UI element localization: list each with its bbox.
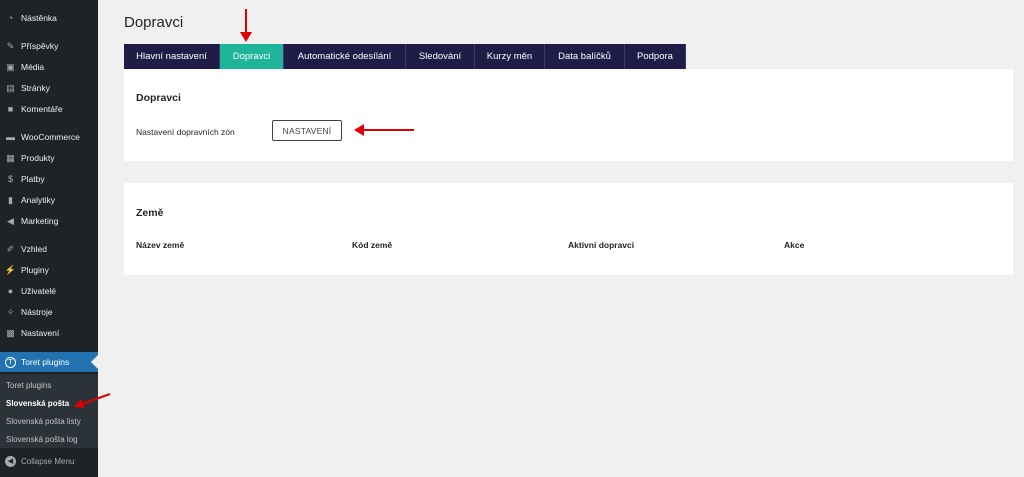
user-icon: ● xyxy=(7,286,14,296)
menu-item-label: Příspěvky xyxy=(21,41,59,51)
tab-kurzy-men[interactable]: Kurzy měn xyxy=(475,44,545,69)
wrench-icon: ✧ xyxy=(6,306,15,317)
settings-icon: ▩ xyxy=(6,327,15,338)
menu-item-appearance[interactable]: ✐ Vzhled xyxy=(0,239,98,259)
menu-item-pages[interactable]: ▤ Stránky xyxy=(0,78,98,98)
media-icon: ▣ xyxy=(6,61,15,72)
menu-item-users[interactable]: ● Uživatelé xyxy=(0,281,98,301)
menu-item-comments[interactable]: ■ Komentáře xyxy=(0,99,98,119)
menu-item-label: Marketing xyxy=(21,216,59,226)
menu-item-plugins[interactable]: ⚡ Pluginy xyxy=(0,260,98,280)
menu-item-label: Platby xyxy=(21,174,45,184)
menu-item-toret-plugins[interactable]: T Toret plugins xyxy=(0,352,98,372)
menu-item-label: Uživatelé xyxy=(21,286,56,296)
collapse-menu-button[interactable]: ◀ Collapse Menu xyxy=(0,451,98,471)
dashboard-icon: ◔ xyxy=(7,13,14,23)
menu-item-payments[interactable]: $ Platby xyxy=(0,169,98,189)
annotation-arrow-diagonal-icon xyxy=(74,393,111,408)
megaphone-icon: ◀ xyxy=(7,215,14,226)
menu-item-label: Pluginy xyxy=(21,265,49,275)
menu-item-label: Nástroje xyxy=(21,307,53,317)
submenu-item-toret-plugins[interactable]: Toret plugins xyxy=(6,381,51,390)
menu-item-analytics[interactable]: ▮ Analytiky xyxy=(0,190,98,210)
menu-item-woocommerce[interactable]: ▬ WooCommerce xyxy=(0,127,98,147)
tab-sledovani[interactable]: Sledování xyxy=(406,44,475,69)
carriers-card-title: Dopravci xyxy=(136,92,181,104)
toret-t-icon: T xyxy=(5,356,16,368)
tab-podpora[interactable]: Podpora xyxy=(625,44,686,69)
menu-item-posts[interactable]: ✎ Příspěvky xyxy=(0,36,98,56)
tab-data-balicku[interactable]: Data balíčků xyxy=(545,44,625,69)
menu-item-settings[interactable]: ▩ Nastavení xyxy=(0,323,98,343)
dollar-icon: $ xyxy=(7,174,13,184)
tab-dopravci[interactable]: Dopravci xyxy=(220,44,284,69)
collapse-menu-label: Collapse Menu xyxy=(21,456,75,466)
woocommerce-icon: ▬ xyxy=(6,132,15,142)
column-header-country-name: Název země xyxy=(136,240,185,250)
countries-card-title: Země xyxy=(136,207,164,219)
brush-icon: ✐ xyxy=(6,243,15,254)
collapse-arrow-icon: ◀ xyxy=(5,455,16,467)
pin-icon: ✎ xyxy=(6,40,15,51)
menu-item-media[interactable]: ▣ Média xyxy=(0,57,98,77)
column-header-actions: Akce xyxy=(784,240,805,250)
settings-tabs: Hlavní nastavení Dopravci Automatické od… xyxy=(124,44,686,69)
menu-item-label: Média xyxy=(21,62,45,72)
menu-item-label: Nástěnka xyxy=(21,13,57,23)
menu-item-tools[interactable]: ✧ Nástroje xyxy=(0,302,98,322)
menu-item-label: Produkty xyxy=(21,153,55,163)
active-menu-notch xyxy=(91,355,98,369)
menu-item-label: Vzhled xyxy=(21,244,47,254)
carriers-card: Dopravci Nastavení dopravních zón NASTAV… xyxy=(124,69,1013,161)
annotation-arrow-down-icon xyxy=(240,9,252,42)
tab-hlavni-nastaveni[interactable]: Hlavní nastavení xyxy=(124,44,220,69)
menu-item-marketing[interactable]: ◀ Marketing xyxy=(0,211,98,231)
submenu-item-slovenska-posta-listy[interactable]: Slovenská pošta listy xyxy=(6,417,81,426)
countries-card: Země Název země Kód země Aktivní dopravc… xyxy=(124,183,1013,275)
annotation-arrow-left-icon xyxy=(354,124,414,136)
menu-item-label: Nastavení xyxy=(21,328,60,338)
menu-item-products[interactable]: ▦ Produkty xyxy=(0,148,98,168)
comments-icon: ■ xyxy=(7,104,14,114)
page-title: Dopravci xyxy=(124,14,184,31)
column-header-country-code: Kód země xyxy=(352,240,393,250)
chart-bar-icon: ▮ xyxy=(8,194,13,205)
shipping-zones-label: Nastavení dopravních zón xyxy=(136,127,235,137)
menu-item-dashboard[interactable]: ◔ Nástěnka xyxy=(0,8,98,28)
submenu-item-slovenska-posta-log[interactable]: Slovenská pošta log xyxy=(6,435,78,444)
menu-item-label: Analytiky xyxy=(21,195,56,205)
submenu-item-slovenska-posta[interactable]: Slovenská pošta xyxy=(6,399,69,408)
plug-icon: ⚡ xyxy=(4,264,17,275)
tab-automaticke-odesilani[interactable]: Automatické odesílání xyxy=(284,44,406,69)
menu-item-label: Toret plugins xyxy=(21,357,70,367)
products-icon: ▦ xyxy=(6,152,15,163)
menu-item-label: WooCommerce xyxy=(21,132,80,142)
column-header-active-carriers: Aktivní dopravci xyxy=(568,240,635,250)
menu-item-label: Komentáře xyxy=(21,104,63,114)
shipping-zones-settings-button[interactable]: NASTAVENÍ xyxy=(272,120,342,141)
pages-icon: ▤ xyxy=(6,82,15,93)
menu-item-label: Stránky xyxy=(21,83,50,93)
